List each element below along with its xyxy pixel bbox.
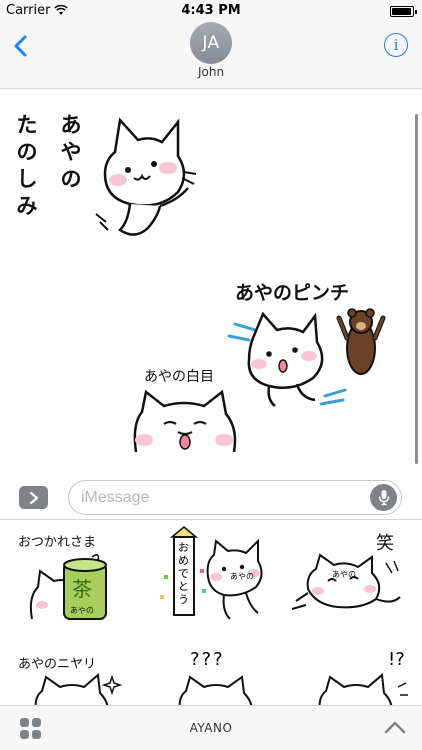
sticker-drawer[interactable]: おつかれさま 茶 あやの おめでとう あやの 笑 あやの あやのニヤリ ??? …	[0, 521, 422, 711]
expand-apps-button[interactable]	[19, 486, 48, 509]
chevron-up-icon	[384, 721, 406, 734]
sent-sticker-shirome[interactable]: あやの白目	[130, 360, 240, 452]
contact-name[interactable]: John	[0, 65, 422, 79]
sticker-caption: ???	[190, 649, 225, 670]
cat-laughing-sticker-image	[291, 553, 401, 610]
chevron-right-icon	[29, 491, 38, 504]
cat-and-bear-sticker-image	[227, 308, 386, 407]
microphone-icon	[378, 490, 389, 506]
sticker-sub: あやの	[230, 572, 254, 581]
sticker-caption: あやのニヤリ	[18, 657, 97, 672]
banner-text: おめでとう	[178, 541, 189, 606]
compose-bar	[0, 470, 422, 520]
cat-sticker-image	[95, 117, 197, 236]
battery-level	[392, 8, 411, 15]
contact-avatar[interactable]: JA	[190, 22, 232, 64]
cat-white-eyes-sticker-image	[133, 389, 237, 452]
tea-can-sub: あやの	[70, 606, 94, 615]
sticker-otsukaresama[interactable]: おつかれさま 茶 あやの	[14, 529, 142, 629]
sticker-sub: あやの	[332, 570, 356, 579]
sticker-caption: !?	[388, 649, 405, 670]
sent-sticker-tanoshimi[interactable]: あやの たのしみ	[17, 100, 200, 250]
conversation-header: JA John i	[0, 22, 422, 89]
sticker-caption: あやの白目	[144, 369, 214, 385]
sticker-caption-line1: あやの	[60, 113, 82, 191]
sticker-warai[interactable]: 笑 あやの	[288, 529, 416, 629]
back-button[interactable]	[8, 32, 32, 60]
expand-drawer-button[interactable]	[384, 719, 406, 737]
sticker-caption: あやのピンチ	[235, 282, 350, 304]
sticker-omedetou[interactable]: おめでとう あやの	[150, 525, 278, 625]
sticker-caption: おつかれさま	[18, 535, 97, 550]
sticker-caption-line2: たのしみ	[16, 113, 38, 218]
status-time: 4:43 PM	[181, 3, 241, 18]
info-button[interactable]: i	[384, 33, 408, 57]
battery-icon	[390, 6, 417, 17]
message-field[interactable]	[68, 480, 402, 515]
sticker-pack-name: AYANO	[189, 721, 233, 735]
info-icon: i	[393, 36, 399, 54]
chevron-left-icon	[14, 35, 26, 57]
thread-scrollbar[interactable]	[415, 114, 418, 464]
tea-can-label: 茶	[72, 577, 92, 601]
status-bar: Carrier 4:43 PM	[0, 0, 422, 22]
app-drawer-bar: AYANO	[0, 705, 422, 750]
message-input[interactable]	[81, 487, 361, 509]
dictation-button[interactable]	[370, 484, 397, 511]
sent-sticker-pinch[interactable]: あやのピンチ	[225, 272, 395, 407]
message-thread[interactable]: あやの たのしみ あやのピンチ あやの白目	[0, 90, 422, 470]
